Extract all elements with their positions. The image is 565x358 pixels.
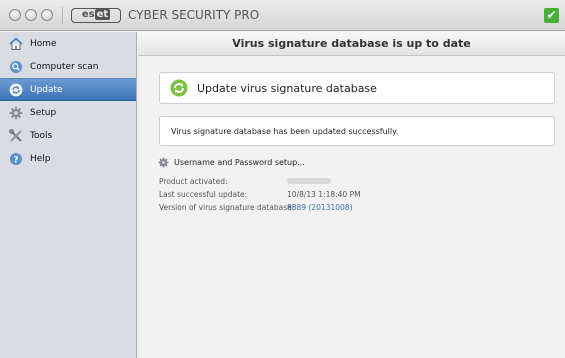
sidebar-item-setup[interactable]: Setup bbox=[0, 101, 136, 124]
sidebar: Home Computer scan Update Setup Tools ? … bbox=[0, 32, 137, 358]
last-update-label: Last successful update: bbox=[159, 190, 248, 199]
gear-icon bbox=[158, 157, 169, 168]
help-icon: ? bbox=[9, 152, 23, 166]
sidebar-item-label: Home bbox=[30, 38, 57, 49]
sidebar-item-computer-scan[interactable]: Computer scan bbox=[0, 55, 136, 78]
last-update-row: Last successful update: 10/8/13 1:18:40 … bbox=[159, 190, 361, 199]
username-password-setup-label: Username and Password setup... bbox=[174, 158, 305, 167]
logo-text-es: es bbox=[81, 9, 95, 20]
sidebar-item-label: Help bbox=[30, 153, 51, 164]
title-bar: es et CYBER SECURITY PRO ✔ bbox=[0, 0, 565, 31]
last-update-value: 10/8/13 1:18:40 PM bbox=[287, 190, 361, 199]
search-icon bbox=[9, 60, 23, 74]
update-database-button[interactable]: Update virus signature database bbox=[159, 72, 555, 104]
refresh-icon bbox=[170, 79, 188, 97]
database-version-link[interactable]: 8889 (20131008) bbox=[287, 203, 353, 212]
tools-icon bbox=[9, 128, 23, 143]
product-activated-value-redacted bbox=[287, 177, 331, 186]
eset-logo: es et bbox=[71, 8, 121, 23]
maximize-window-button[interactable] bbox=[41, 9, 53, 21]
update-database-label: Update virus signature database bbox=[197, 81, 377, 95]
sidebar-item-label: Tools bbox=[30, 130, 53, 141]
sidebar-item-home[interactable]: Home bbox=[0, 32, 136, 55]
sidebar-item-label: Setup bbox=[30, 107, 57, 118]
update-icon bbox=[9, 83, 23, 97]
gear-icon bbox=[9, 106, 23, 120]
product-activated-row: Product activated: bbox=[159, 177, 331, 186]
database-version-label: Version of virus signature database: bbox=[159, 203, 295, 212]
app-window: es et CYBER SECURITY PRO ✔ Home Computer … bbox=[0, 0, 565, 358]
home-icon bbox=[9, 36, 23, 51]
sidebar-item-update[interactable]: Update bbox=[0, 78, 136, 101]
sidebar-item-tools[interactable]: Tools bbox=[0, 124, 136, 147]
database-version-row: Version of virus signature database: 888… bbox=[159, 203, 353, 212]
minimize-window-button[interactable] bbox=[25, 9, 37, 21]
close-window-button[interactable] bbox=[9, 9, 21, 21]
svg-text:?: ? bbox=[13, 155, 18, 165]
main-content: Virus signature database is up to date U… bbox=[138, 32, 565, 358]
username-password-setup-link[interactable]: Username and Password setup... bbox=[158, 157, 305, 168]
sidebar-item-label: Update bbox=[30, 84, 63, 95]
titlebar-divider bbox=[62, 7, 63, 24]
update-status-message: Virus signature database has been update… bbox=[159, 116, 555, 146]
app-title: CYBER SECURITY PRO bbox=[128, 8, 260, 22]
status-message-text: Virus signature database has been update… bbox=[171, 126, 399, 136]
sidebar-item-help[interactable]: ? Help bbox=[0, 147, 136, 170]
product-activated-label: Product activated: bbox=[159, 177, 228, 186]
check-icon[interactable]: ✔ bbox=[544, 8, 559, 23]
logo-text-et: et bbox=[94, 9, 111, 20]
sidebar-item-label: Computer scan bbox=[30, 61, 99, 72]
page-title: Virus signature database is up to date bbox=[138, 32, 565, 56]
